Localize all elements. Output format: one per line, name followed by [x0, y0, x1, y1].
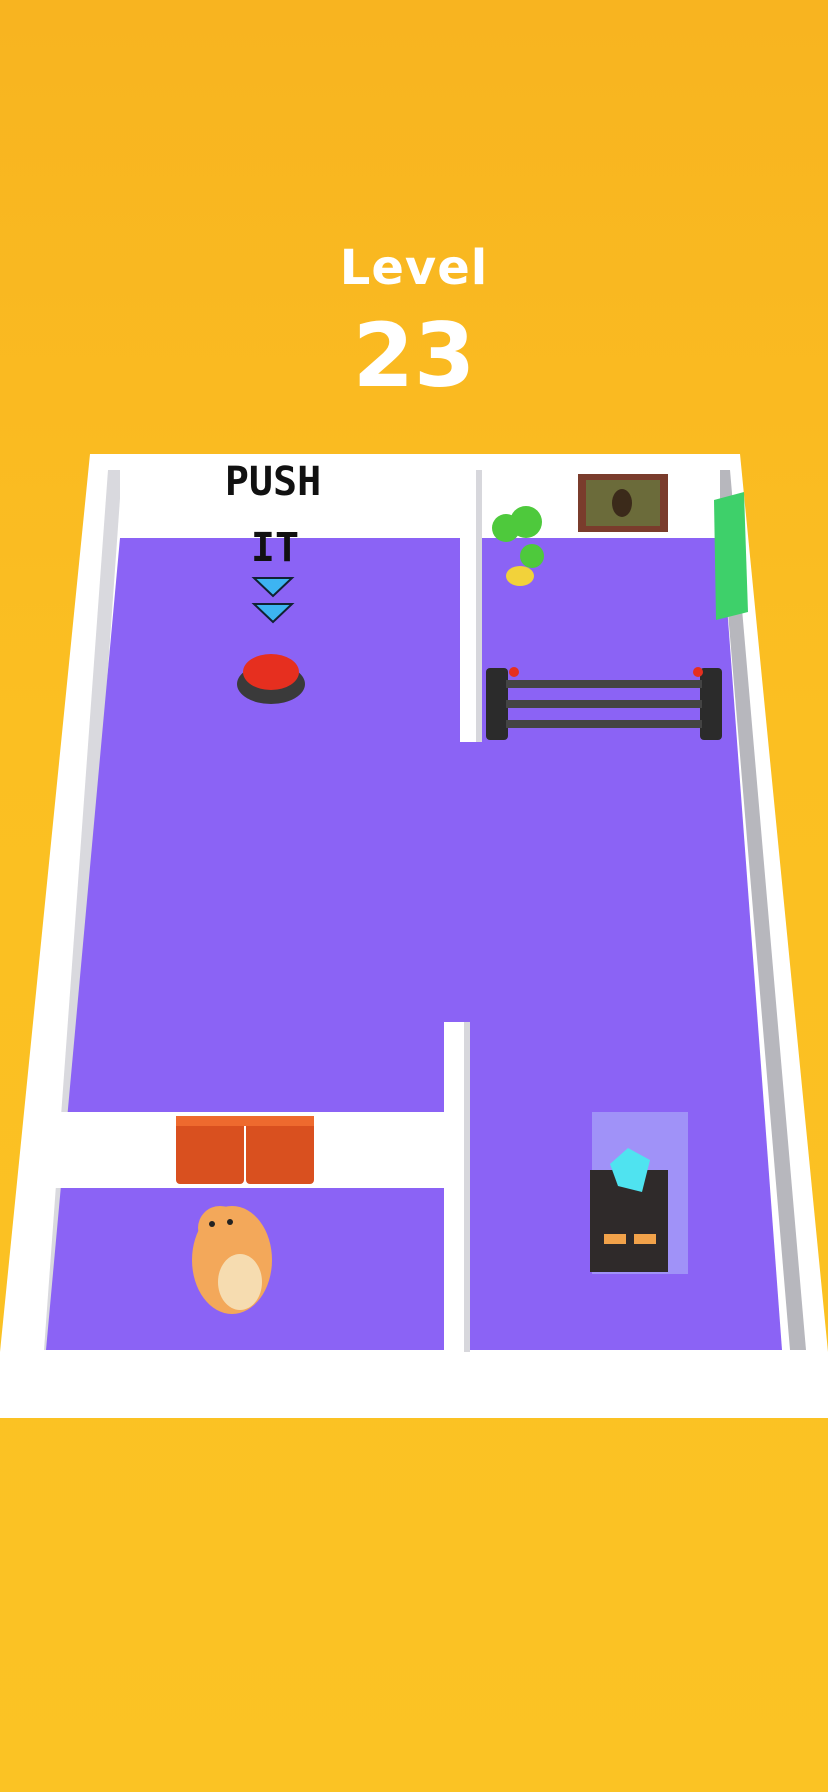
- diamond-display[interactable]: [590, 1112, 688, 1274]
- outer-wall-bottom: [0, 1352, 828, 1418]
- push-label: PUSH: [224, 459, 322, 505]
- level-label: Level: [339, 240, 489, 296]
- hamster-character[interactable]: [192, 1206, 272, 1314]
- painting: [578, 474, 668, 532]
- it-label: IT: [250, 525, 300, 571]
- exit-door: [714, 492, 748, 620]
- level-number: 23: [352, 304, 476, 407]
